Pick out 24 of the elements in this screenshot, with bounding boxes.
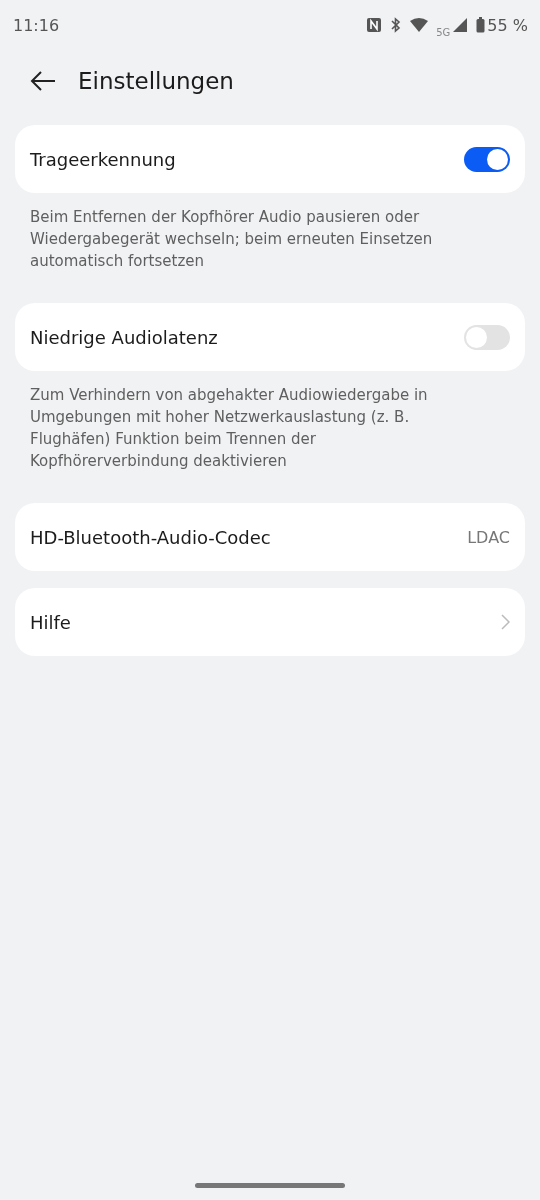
setting-description: Zum Verhindern von abgehakter Audiowiedergabe in Umgebungen mit hoher Netzwerkauslastung (z. B. Flughäfen) Funktion beim Trennen der Kopfhörerverbindung deaktivieren (30, 385, 429, 472)
setting-row[interactable]: Hilfe (15, 588, 525, 656)
wifi-icon (410, 18, 429, 32)
signal-icon (452, 17, 469, 33)
battery-percentage: 55 % (487, 15, 528, 35)
setting-label: HD-Bluetooth-Audio-Codec (30, 526, 271, 548)
network-type-label: 5G (436, 26, 451, 38)
setting-label: Niedrige Audiolatenz (30, 326, 218, 348)
status-time: 11:16 (13, 15, 60, 35)
setting-value: LDAC (467, 527, 510, 547)
setting-row[interactable]: HD-Bluetooth-Audio-Codec LDAC (15, 503, 525, 571)
setting-row[interactable]: Trageerkennung (15, 125, 525, 193)
toggle-switch[interactable] (464, 324, 510, 350)
setting-label: Trageerkennung (30, 148, 176, 170)
chevron-right-icon (500, 614, 510, 630)
toggle-switch[interactable] (464, 146, 510, 172)
setting-row[interactable]: Niedrige Audiolatenz (15, 303, 525, 371)
setting-label: Hilfe (30, 611, 71, 633)
page-title: Einstellungen (78, 68, 234, 94)
back-button[interactable] (30, 70, 56, 92)
battery-icon (476, 17, 486, 33)
setting-description: Beim Entfernen der Kopfhörer Audio pausieren oder Wiedergabegerät wechseln; beim erneuten Einsetzen automatisch fortsetzen (30, 207, 434, 272)
nfc-icon (366, 17, 383, 33)
bluetooth-icon (390, 17, 403, 33)
